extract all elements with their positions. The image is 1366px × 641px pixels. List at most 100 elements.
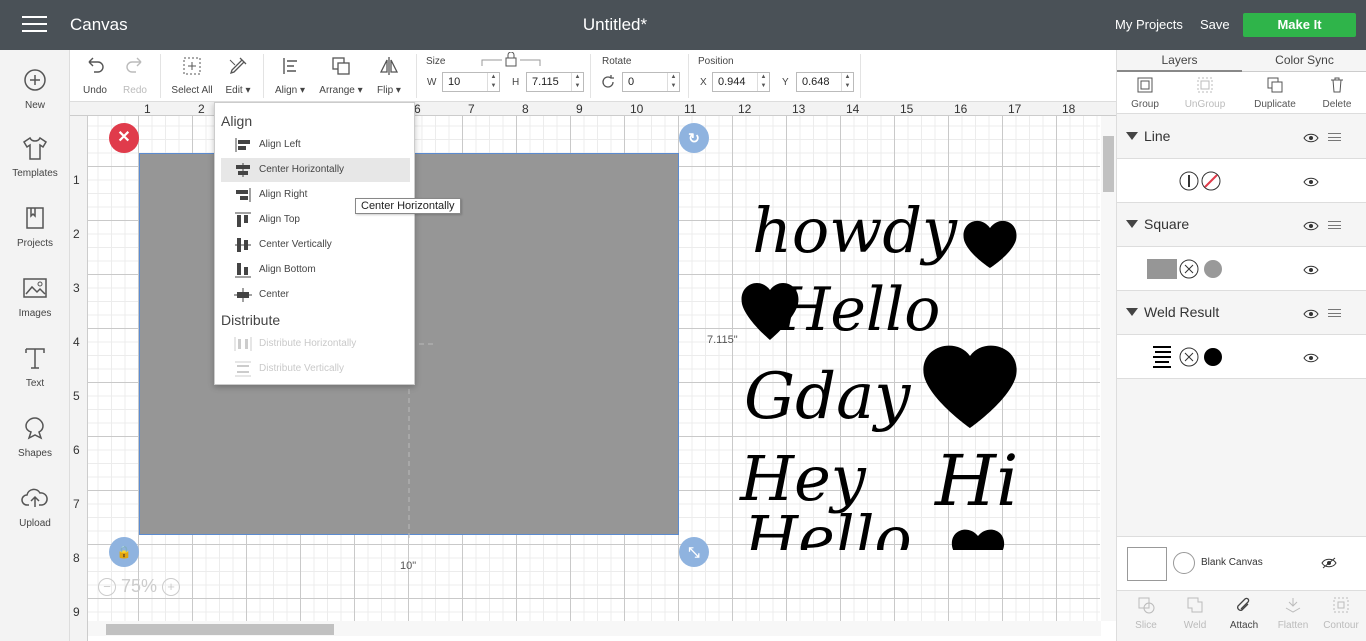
sidebar-item-templates[interactable]: Templates [0, 134, 70, 179]
sidebar-item-text[interactable]: Text [0, 344, 70, 389]
lettering-word: Hello [743, 502, 912, 550]
sidebar-label-projects: Projects [16, 238, 54, 249]
center-vertically-item[interactable]: Center Vertically [221, 233, 410, 257]
distribute-vertically-label: Distribute Vertically [259, 363, 345, 374]
select-all-button[interactable]: Select All [168, 50, 216, 100]
x-label: X [700, 77, 707, 88]
weld-button[interactable]: Weld [1171, 595, 1219, 631]
visibility-eye-icon[interactable] [1303, 221, 1319, 231]
left-sidebar: New Templates Projects Images Text Shape… [0, 50, 70, 641]
align-dropdown[interactable]: Align ▾ [272, 50, 308, 100]
align-right-icon [236, 188, 251, 202]
sidebar-item-images[interactable]: Images [0, 274, 70, 319]
y-position-input[interactable]: 0.648 ▲ ▼ [796, 72, 854, 92]
align-bottom-item[interactable]: Align Bottom [221, 258, 410, 282]
ruler-tick-label: 16 [954, 102, 968, 116]
redo-button[interactable]: Redo [118, 50, 152, 100]
distribute-vertically-item[interactable]: Distribute Vertically [221, 357, 410, 381]
distribute-horizontally-item[interactable]: Distribute Horizontally [221, 332, 410, 356]
edit-dropdown[interactable]: Edit ▾ [220, 50, 256, 100]
rotate-handle[interactable]: ↻ [679, 123, 709, 153]
ungroup-button[interactable]: UnGroup [1177, 76, 1233, 110]
drag-handle-icon[interactable] [1328, 133, 1341, 141]
slice-button[interactable]: Slice [1122, 595, 1170, 631]
design-canvas[interactable]: 123456789101112131415161718 123456789 ✕ … [70, 102, 1116, 641]
height-input[interactable]: 7.115 ▲ ▼ [526, 72, 584, 92]
zoom-in-button[interactable]: + [162, 578, 181, 597]
my-projects-link[interactable]: My Projects [1115, 17, 1183, 32]
zoom-out-button[interactable]: − [98, 578, 116, 597]
image-icon [23, 278, 47, 298]
visibility-eye-icon[interactable] [1303, 265, 1319, 275]
left-ruler: 1 2 3 4 5 6 7 8 9 [70, 116, 88, 641]
align-bottom-icon [235, 263, 251, 278]
heart-icon [923, 345, 1017, 428]
layer-row-line[interactable] [1117, 159, 1366, 203]
lock-aspect-icon[interactable] [480, 52, 542, 68]
flatten-button[interactable]: Flatten [1269, 595, 1317, 631]
delete-label: Delete [1322, 99, 1352, 110]
drag-handle-icon[interactable] [1328, 309, 1341, 317]
rotate-icon [602, 75, 614, 88]
layer-group-square[interactable]: Square [1117, 203, 1366, 247]
ruler-tick-label: 17 [1008, 102, 1022, 116]
visibility-eye-icon[interactable] [1303, 133, 1319, 143]
duplicate-button[interactable]: Duplicate [1247, 76, 1303, 110]
drag-handle-icon[interactable] [1328, 221, 1341, 229]
sidebar-item-new[interactable]: New [0, 66, 70, 111]
flip-dropdown[interactable]: Flip ▾ [372, 50, 406, 100]
save-button[interactable]: Save [1200, 17, 1230, 32]
rotate-input[interactable]: 0 ▲ ▼ [622, 72, 680, 92]
center-item[interactable]: Center [221, 283, 410, 307]
delete-handle[interactable]: ✕ [109, 123, 139, 153]
align-bottom-label: Align Bottom [259, 264, 316, 275]
tab-layers[interactable]: Layers [1117, 53, 1242, 72]
canvas-color-circle[interactable] [1173, 552, 1195, 574]
group-button[interactable]: Group [1117, 76, 1173, 110]
align-left-item[interactable]: Align Left [221, 133, 410, 157]
vertical-scrollbar[interactable] [1101, 116, 1116, 621]
ruler-tick-label: 6 [73, 443, 80, 457]
layer-row-weld-result[interactable] [1117, 335, 1366, 379]
vertical-scroll-thumb[interactable] [1103, 136, 1114, 192]
text-icon [25, 348, 45, 369]
tab-color-sync[interactable]: Color Sync [1242, 53, 1366, 67]
layer-row-square[interactable] [1117, 247, 1366, 291]
sidebar-item-upload[interactable]: Upload [0, 484, 70, 529]
undo-button[interactable]: Undo [78, 50, 112, 100]
x-position-input[interactable]: 0.944 ▲ ▼ [712, 72, 770, 92]
sidebar-label-upload: Upload [19, 518, 51, 529]
lock-handle[interactable]: 🔒 [109, 537, 139, 567]
horizontal-scrollbar[interactable] [88, 621, 1101, 636]
visibility-eye-icon[interactable] [1303, 353, 1319, 363]
attach-button[interactable]: Attach [1220, 595, 1268, 631]
layer-group-line[interactable]: Line [1117, 115, 1366, 159]
collapse-caret-icon[interactable] [1126, 132, 1138, 140]
delete-button[interactable]: Delete [1309, 76, 1365, 110]
height-label: H [512, 77, 520, 88]
layer-name-weld-result: Weld Result [1144, 304, 1220, 320]
collapse-caret-icon[interactable] [1126, 308, 1138, 316]
sidebar-item-shapes[interactable]: Shapes [0, 414, 70, 459]
blank-canvas-swatch[interactable] [1127, 547, 1167, 581]
ungroup-icon [1197, 77, 1213, 93]
make-it-button[interactable]: Make It [1243, 13, 1356, 37]
weld-result-lettering[interactable]: howdy Hello Gday Hey Hi Hello [730, 150, 1050, 550]
shapes-icon [25, 417, 44, 440]
sidebar-item-projects[interactable]: Projects [0, 204, 70, 249]
visibility-eye-icon[interactable] [1303, 309, 1319, 319]
center-horizontally-item[interactable]: Center Horizontally [221, 158, 410, 182]
toolbar-divider [416, 54, 417, 98]
layer-group-weld-result[interactable]: Weld Result [1117, 291, 1366, 335]
width-input[interactable]: 10 ▲ ▼ [442, 72, 500, 92]
arrange-dropdown[interactable]: Arrange ▾ [316, 50, 366, 100]
lettering-word: Gday [744, 360, 911, 434]
collapse-caret-icon[interactable] [1126, 220, 1138, 228]
horizontal-scroll-thumb[interactable] [106, 624, 334, 635]
resize-handle[interactable]: ⤡ [679, 537, 709, 567]
contour-button[interactable]: Contour [1317, 595, 1365, 631]
hidden-eye-icon[interactable] [1321, 557, 1337, 569]
blank-canvas-row[interactable]: Blank Canvas [1117, 536, 1366, 590]
layer-line-thumbnail [1179, 171, 1221, 191]
visibility-eye-icon[interactable] [1303, 177, 1319, 187]
